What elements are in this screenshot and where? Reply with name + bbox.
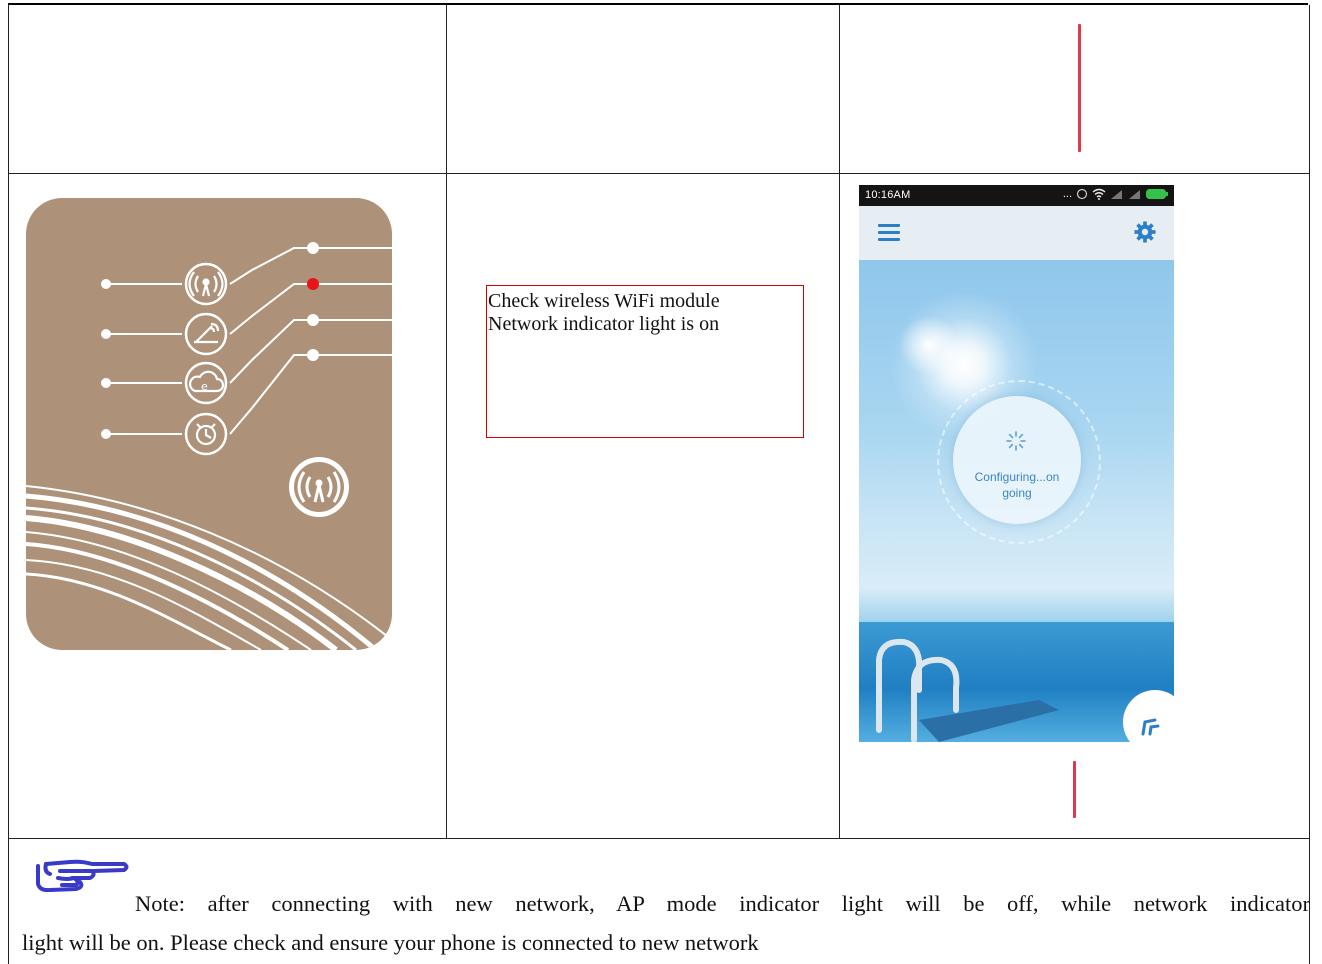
- table-border-right: [1309, 5, 1310, 964]
- signal-status-icon: [1111, 190, 1122, 199]
- table-divider-1: [446, 5, 447, 839]
- alarm-status-icon: [1076, 188, 1088, 200]
- router-icon: [194, 322, 220, 344]
- status-bar: 10:16AM ...: [859, 185, 1174, 206]
- loading-spinner-icon: [1006, 431, 1026, 451]
- configuring-circle: [953, 396, 1081, 524]
- wifi-signal-icon: [188, 271, 224, 297]
- note-line-2: light will be on. Please check and ensur…: [22, 930, 759, 955]
- sun-core: [899, 315, 959, 375]
- fab-icon[interactable]: [1139, 712, 1163, 736]
- configuring-status: Configuring...on going: [953, 469, 1081, 501]
- signal-status-icon-2: [1129, 190, 1140, 199]
- gear-icon[interactable]: [1134, 221, 1156, 243]
- wifi-module-panel: e: [26, 198, 392, 650]
- table-row-divider-2: [8, 838, 1310, 839]
- pool-ladder: [876, 638, 1059, 742]
- configuring-line-1: Configuring...on: [974, 470, 1060, 484]
- wifi-status-icon: [1092, 188, 1106, 200]
- status-icons: ...: [1063, 188, 1168, 200]
- status-dots: ...: [1062, 188, 1072, 200]
- battery-icon: [1146, 189, 1168, 199]
- app-bar: [859, 206, 1174, 260]
- callout-line-1: Check wireless WiFi module: [488, 290, 720, 312]
- configuring-line-2: going: [1002, 486, 1032, 500]
- menu-icon[interactable]: [878, 224, 900, 242]
- network-indicator-led: [307, 278, 319, 290]
- wireless-logo-icon: [289, 457, 349, 517]
- panel-diagram: e: [26, 242, 392, 650]
- pool-scene: Configuring...on going: [859, 260, 1174, 742]
- phone-screenshot: 10:16AM ... Configuring...on going: [859, 185, 1174, 742]
- callout-line-2: Network indicator light is on: [488, 313, 720, 335]
- status-time: 10:16AM: [865, 189, 911, 201]
- cloud-e-icon: e: [188, 370, 225, 393]
- red-marker-top: [1078, 24, 1081, 152]
- note-paragraph: Note: after connecting with new network,…: [22, 884, 1310, 962]
- table-border-left: [8, 5, 9, 964]
- instruction-callout: Check wireless WiFi module Network indic…: [486, 285, 804, 438]
- alarm-clock-icon: [195, 423, 217, 446]
- note-line-1: Note: after connecting with new network,…: [135, 891, 1310, 916]
- table-divider-2: [839, 5, 840, 839]
- svg-text:e: e: [201, 380, 208, 393]
- table-row-divider-1: [8, 173, 1310, 174]
- red-marker-bottom: [1073, 761, 1076, 818]
